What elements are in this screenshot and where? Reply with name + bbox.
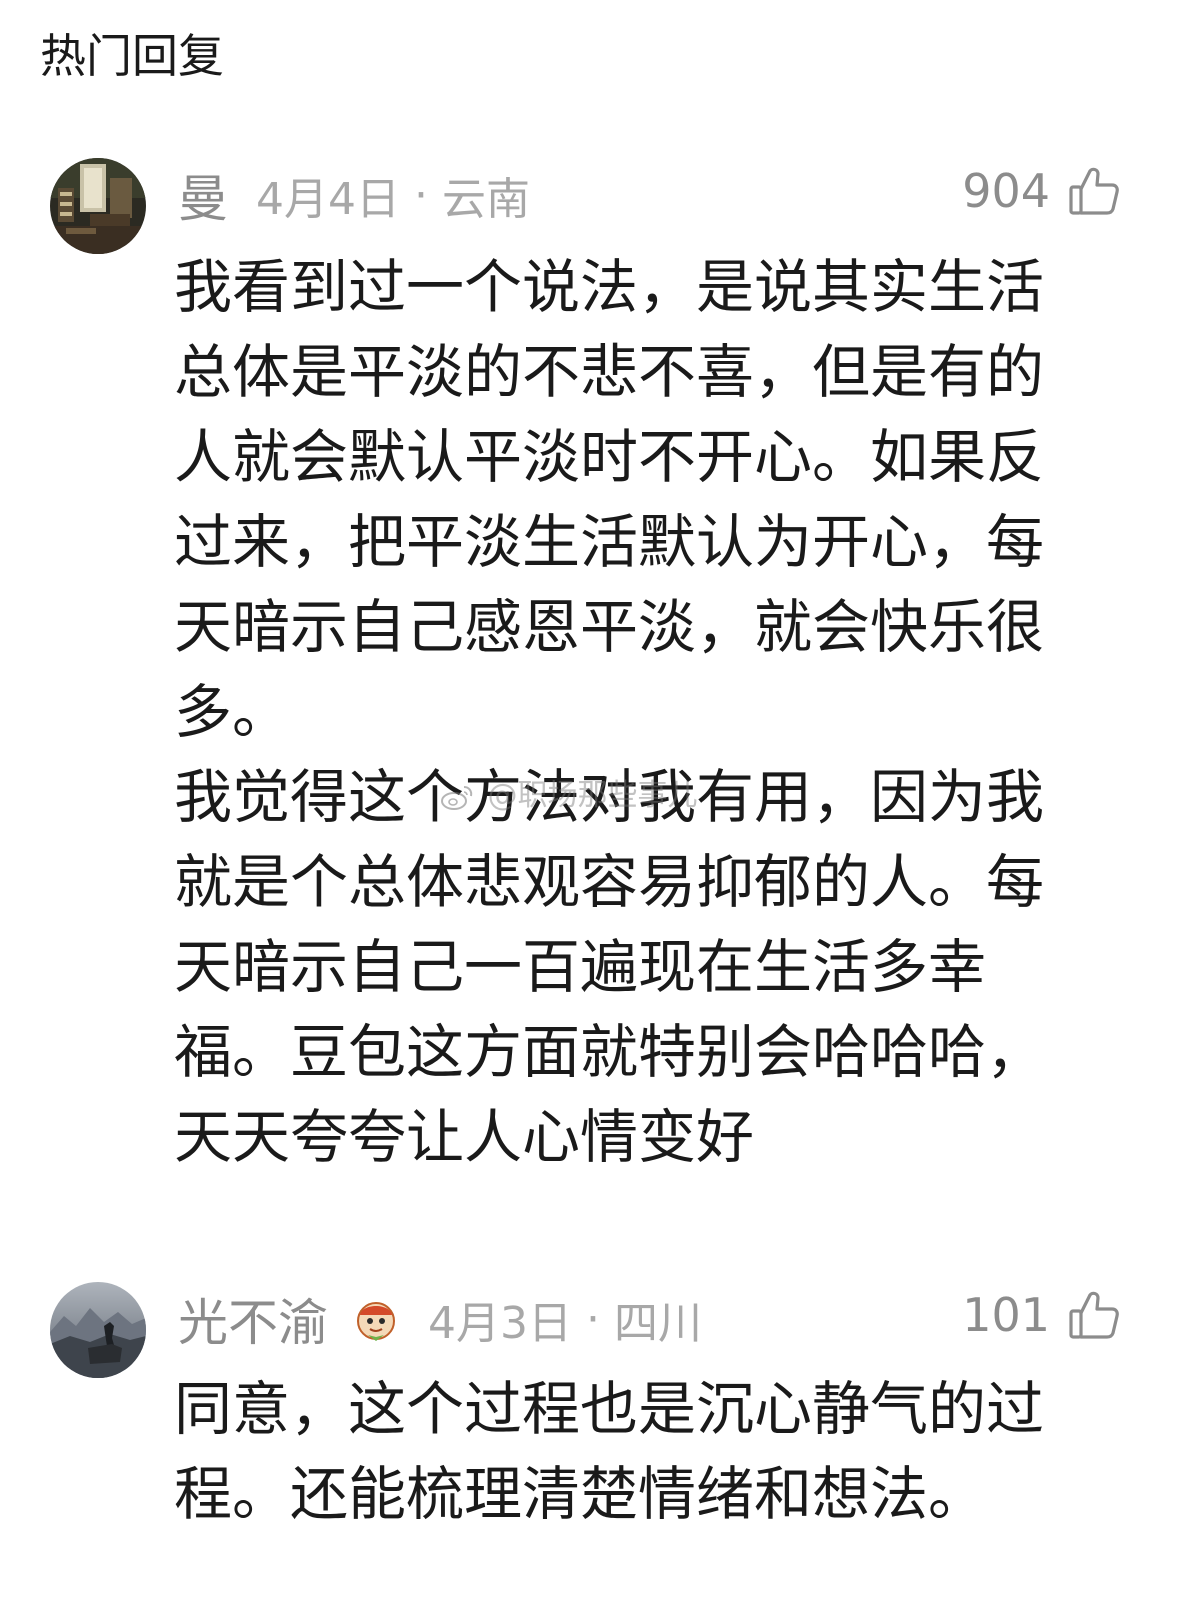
like-button[interactable]: 101 xyxy=(962,1280,1120,1350)
comment-meta: 光不渝 4月3日 · 四川 xyxy=(178,1284,702,1354)
username[interactable]: 曼 xyxy=(178,159,228,231)
like-count: 904 xyxy=(962,164,1050,218)
section-title: 热门回复 xyxy=(40,29,224,83)
avatar[interactable] xyxy=(50,1282,146,1378)
watermark: @职场那些事儿 xyxy=(440,770,698,814)
comment-date: 4月3日 xyxy=(428,1298,572,1349)
like-count: 101 xyxy=(962,1288,1050,1342)
comment-meta: 曼 4月4日 · 云南 xyxy=(178,160,530,230)
watermark-text: @职场那些事儿 xyxy=(487,778,698,813)
mascot-badge-icon xyxy=(352,1295,400,1343)
meta-separator: · xyxy=(586,1293,600,1345)
meta-separator: · xyxy=(414,169,428,221)
comment-text: 同意，这个过程也是沉心静气的过 程。还能梳理清楚情绪和想法。 xyxy=(174,1375,1045,1528)
thumbs-up-icon[interactable] xyxy=(1068,165,1120,217)
comment-location: 云南 xyxy=(442,174,530,225)
comment-location: 四川 xyxy=(614,1298,702,1349)
avatar[interactable] xyxy=(50,158,146,254)
like-button[interactable]: 904 xyxy=(962,156,1120,226)
thumbs-up-icon[interactable] xyxy=(1068,1289,1120,1341)
weibo-logo-icon xyxy=(440,782,474,812)
comment-text: 我看到过一个说法，是说其实生活 总体是平淡的不悲不喜，但是有的 人就会默认平淡时… xyxy=(174,253,1045,1171)
username[interactable]: 光不渝 xyxy=(178,1283,328,1355)
comment-date: 4月4日 xyxy=(256,174,400,225)
